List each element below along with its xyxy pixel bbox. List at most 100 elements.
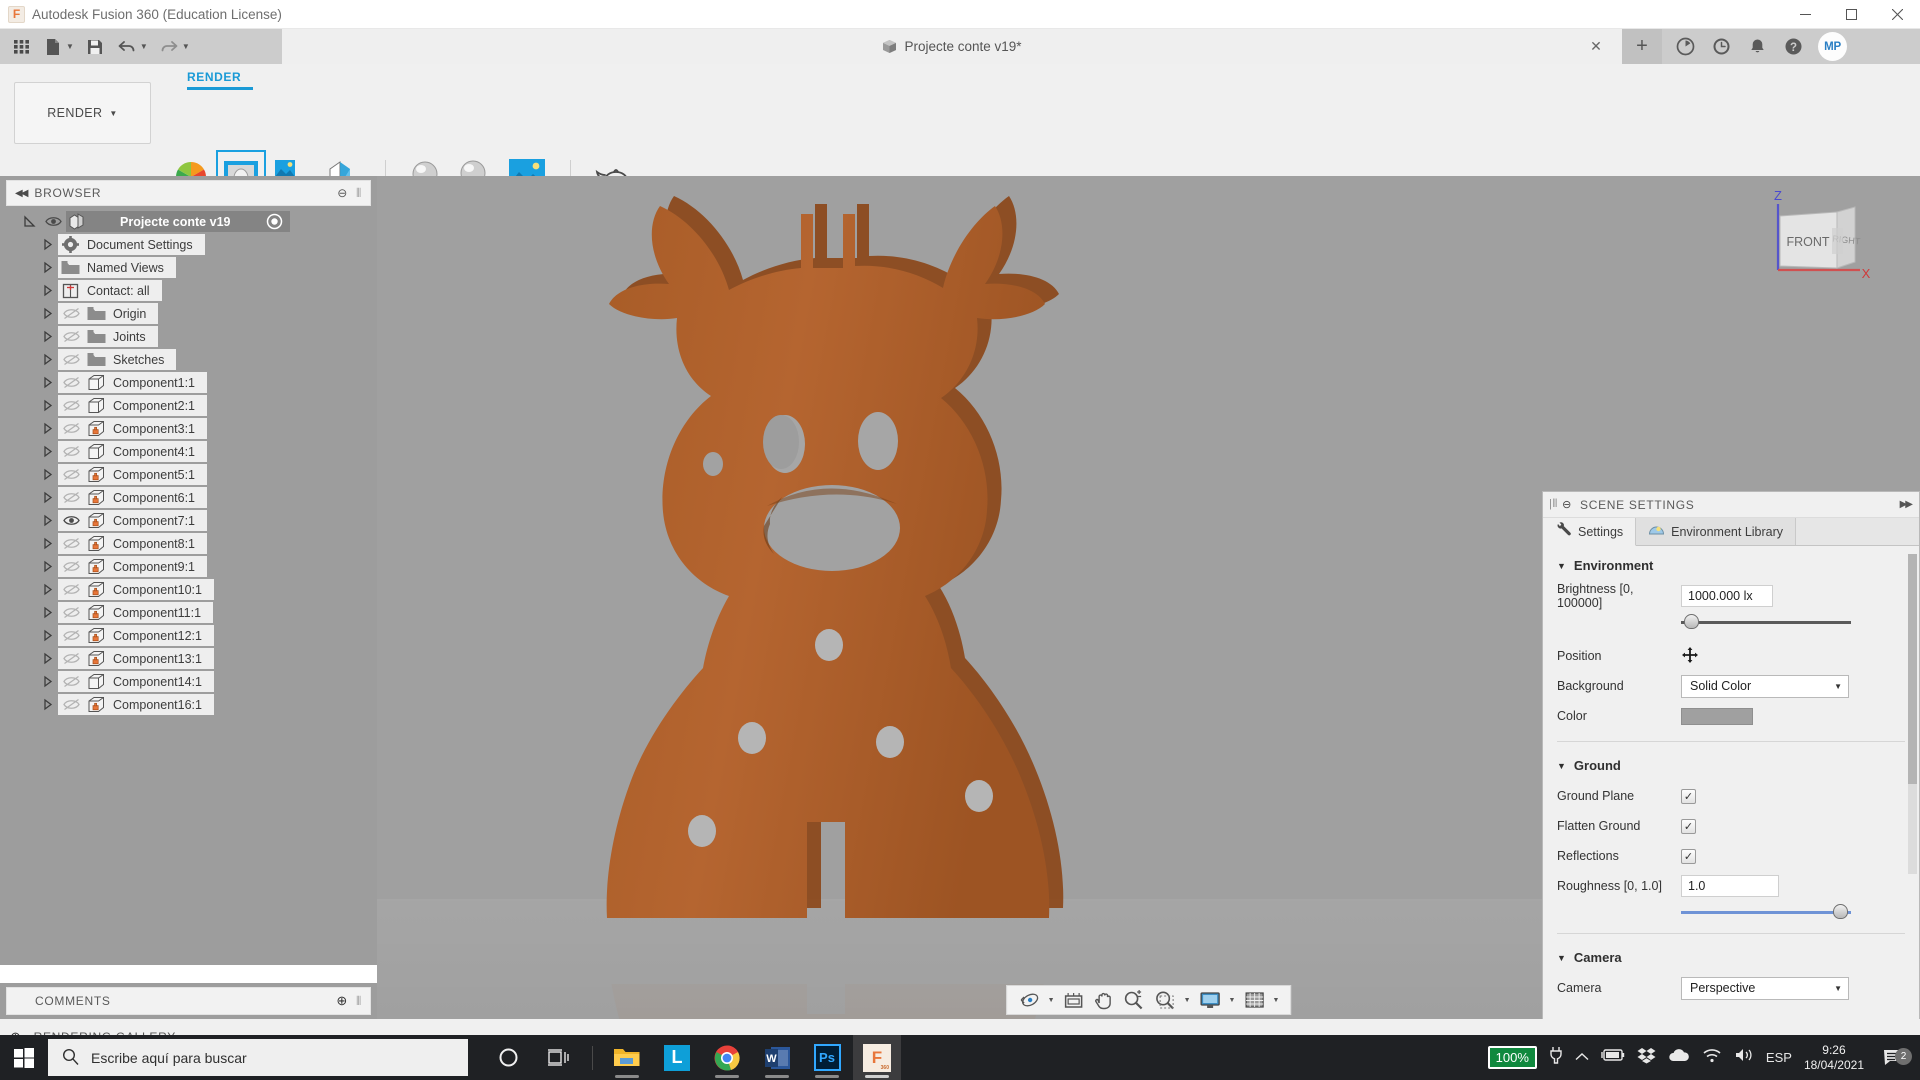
close-document-tab-button[interactable]: ✕ xyxy=(1588,38,1604,54)
panel-grip-icon[interactable]: ⦀ xyxy=(356,186,362,201)
tree-item-chip[interactable]: Joints xyxy=(58,326,158,347)
scene-settings-scrollbar[interactable] xyxy=(1908,554,1917,874)
tree-item-chip[interactable]: Component8:1 xyxy=(58,533,208,554)
roughness-slider-knob[interactable] xyxy=(1833,904,1848,919)
redo-caret-icon[interactable]: ▼ xyxy=(182,42,190,51)
hidden-eye-icon[interactable] xyxy=(58,629,84,642)
microsoft-word-icon[interactable]: W xyxy=(753,1035,801,1080)
expand-triangle-icon[interactable] xyxy=(36,560,58,573)
expand-triangle-icon[interactable] xyxy=(36,491,58,504)
new-file-icon[interactable] xyxy=(38,33,68,61)
tree-item-origin[interactable]: Origin xyxy=(0,302,377,325)
roughness-input[interactable]: 1.0 xyxy=(1681,875,1779,897)
tree-item-joints[interactable]: Joints xyxy=(0,325,377,348)
expand-triangle-icon[interactable] xyxy=(36,675,58,688)
expand-triangle-icon[interactable] xyxy=(36,284,58,297)
tree-item-chip[interactable]: Sketches xyxy=(58,349,177,370)
fusion360-icon[interactable]: F 360 xyxy=(853,1035,901,1080)
notifications-bell-icon[interactable] xyxy=(1740,32,1774,62)
tree-item-chip[interactable]: Component1:1 xyxy=(58,372,208,393)
hidden-eye-icon[interactable] xyxy=(58,698,84,711)
grid-snaps-caret-icon[interactable]: ▼ xyxy=(1272,997,1279,1004)
tree-item-named-views[interactable]: Named Views xyxy=(0,256,377,279)
tree-item-component11-1[interactable]: Component11:1 xyxy=(0,601,377,624)
minimize-icon[interactable]: ⊖ xyxy=(1562,498,1572,511)
tree-item-component16-1[interactable]: Component16:1 xyxy=(0,693,377,716)
hidden-eye-icon[interactable] xyxy=(58,675,84,688)
section-ground-header[interactable]: ▼ Ground xyxy=(1543,752,1919,781)
expand-triangle-icon[interactable] xyxy=(36,422,58,435)
move-cross-icon[interactable] xyxy=(1681,646,1699,667)
tree-item-component4-1[interactable]: Component4:1 xyxy=(0,440,377,463)
maximize-button[interactable] xyxy=(1828,0,1874,29)
undo-icon[interactable] xyxy=(112,33,142,61)
close-button[interactable] xyxy=(1874,0,1920,29)
hidden-eye-icon[interactable] xyxy=(58,560,84,573)
document-tab[interactable]: Projecte conte v19* ✕ xyxy=(282,29,1622,64)
tree-item-chip[interactable]: Component11:1 xyxy=(58,602,214,623)
action-center-icon[interactable]: 2 xyxy=(1876,1048,1912,1067)
recent-activity-icon[interactable] xyxy=(1704,32,1738,62)
expand-triangle-icon[interactable] xyxy=(36,606,58,619)
ribbon-tab-render[interactable]: RENDER xyxy=(187,70,253,84)
new-file-caret-icon[interactable]: ▼ xyxy=(66,42,74,51)
tree-item-chip[interactable]: Component9:1 xyxy=(58,556,208,577)
tree-item-chip[interactable]: Component6:1 xyxy=(58,487,208,508)
brightness-slider-knob[interactable] xyxy=(1684,614,1699,629)
tree-item-component2-1[interactable]: Component2:1 xyxy=(0,394,377,417)
minimize-button[interactable] xyxy=(1782,0,1828,29)
tree-item-component7-1[interactable]: Component7:1 xyxy=(0,509,377,532)
tree-item-chip[interactable]: Document Settings xyxy=(58,234,205,255)
hidden-eye-icon[interactable] xyxy=(58,468,84,481)
new-document-tab-button[interactable]: + xyxy=(1622,29,1662,64)
hidden-eye-icon[interactable] xyxy=(58,537,84,550)
expand-triangle-icon[interactable] xyxy=(36,261,58,274)
collapse-left-icon[interactable]: ◀◀ xyxy=(15,188,28,199)
battery-icon[interactable] xyxy=(1601,1048,1625,1067)
tree-item-document-settings[interactable]: Document Settings xyxy=(0,233,377,256)
tree-item-component10-1[interactable]: Component10:1 xyxy=(0,578,377,601)
hidden-eye-icon[interactable] xyxy=(58,330,84,343)
show-hidden-icons-icon[interactable] xyxy=(1575,1049,1589,1067)
ground-plane-checkbox[interactable]: ✓ xyxy=(1681,788,1696,804)
dropbox-icon[interactable] xyxy=(1637,1047,1656,1069)
tree-item-component9-1[interactable]: Component9:1 xyxy=(0,555,377,578)
background-color-swatch[interactable] xyxy=(1681,707,1753,725)
scrollbar-thumb[interactable] xyxy=(1908,554,1917,784)
tree-item-component8-1[interactable]: Component8:1 xyxy=(0,532,377,555)
comments-header[interactable]: COMMENTS ⊕ ⦀ xyxy=(6,987,371,1015)
tree-item-chip[interactable]: Component14:1 xyxy=(58,671,214,692)
zoom-window-caret-icon[interactable]: ▼ xyxy=(1184,997,1191,1004)
grid-snaps-icon[interactable] xyxy=(1240,987,1269,1013)
expand-triangle-icon[interactable] xyxy=(36,629,58,642)
camera-select[interactable]: Perspective ▼ xyxy=(1681,976,1849,1000)
hidden-eye-icon[interactable] xyxy=(58,399,84,412)
tree-item-chip[interactable]: Component16:1 xyxy=(58,694,214,715)
cortana-icon[interactable] xyxy=(484,1035,532,1080)
photoshop-icon[interactable]: Ps xyxy=(803,1035,851,1080)
hidden-eye-icon[interactable] xyxy=(58,652,84,665)
panel-grip-icon[interactable]: |⦀ xyxy=(1549,498,1558,511)
zoom-window-icon[interactable] xyxy=(1151,987,1181,1013)
expanded-triangle-icon[interactable] xyxy=(18,215,40,228)
language-indicator[interactable]: ESP xyxy=(1766,1050,1792,1065)
tree-item-chip[interactable]: Component5:1 xyxy=(58,464,208,485)
hidden-eye-icon[interactable] xyxy=(58,376,84,389)
minimize-panel-icon[interactable]: ⊖ xyxy=(337,186,348,200)
expand-triangle-icon[interactable] xyxy=(36,353,58,366)
zoom-icon[interactable] xyxy=(1120,987,1149,1013)
section-environment-header[interactable]: ▼ Environment xyxy=(1543,552,1919,581)
hidden-eye-icon[interactable] xyxy=(58,445,84,458)
expand-triangle-icon[interactable] xyxy=(36,514,58,527)
tree-item-chip[interactable]: Component13:1 xyxy=(58,648,214,669)
section-camera-header[interactable]: ▼ Camera xyxy=(1543,944,1919,973)
hidden-eye-icon[interactable] xyxy=(58,353,84,366)
visible-eye-icon[interactable] xyxy=(58,514,84,527)
hidden-eye-icon[interactable] xyxy=(58,606,84,619)
display-settings-icon[interactable] xyxy=(1196,987,1226,1013)
tab-settings[interactable]: Settings xyxy=(1543,518,1637,546)
tree-item-chip[interactable]: Named Views xyxy=(58,257,176,278)
flatten-ground-checkbox[interactable]: ✓ xyxy=(1681,818,1696,834)
tree-item-chip[interactable]: Component4:1 xyxy=(58,441,208,462)
task-view-icon[interactable] xyxy=(534,1035,582,1080)
